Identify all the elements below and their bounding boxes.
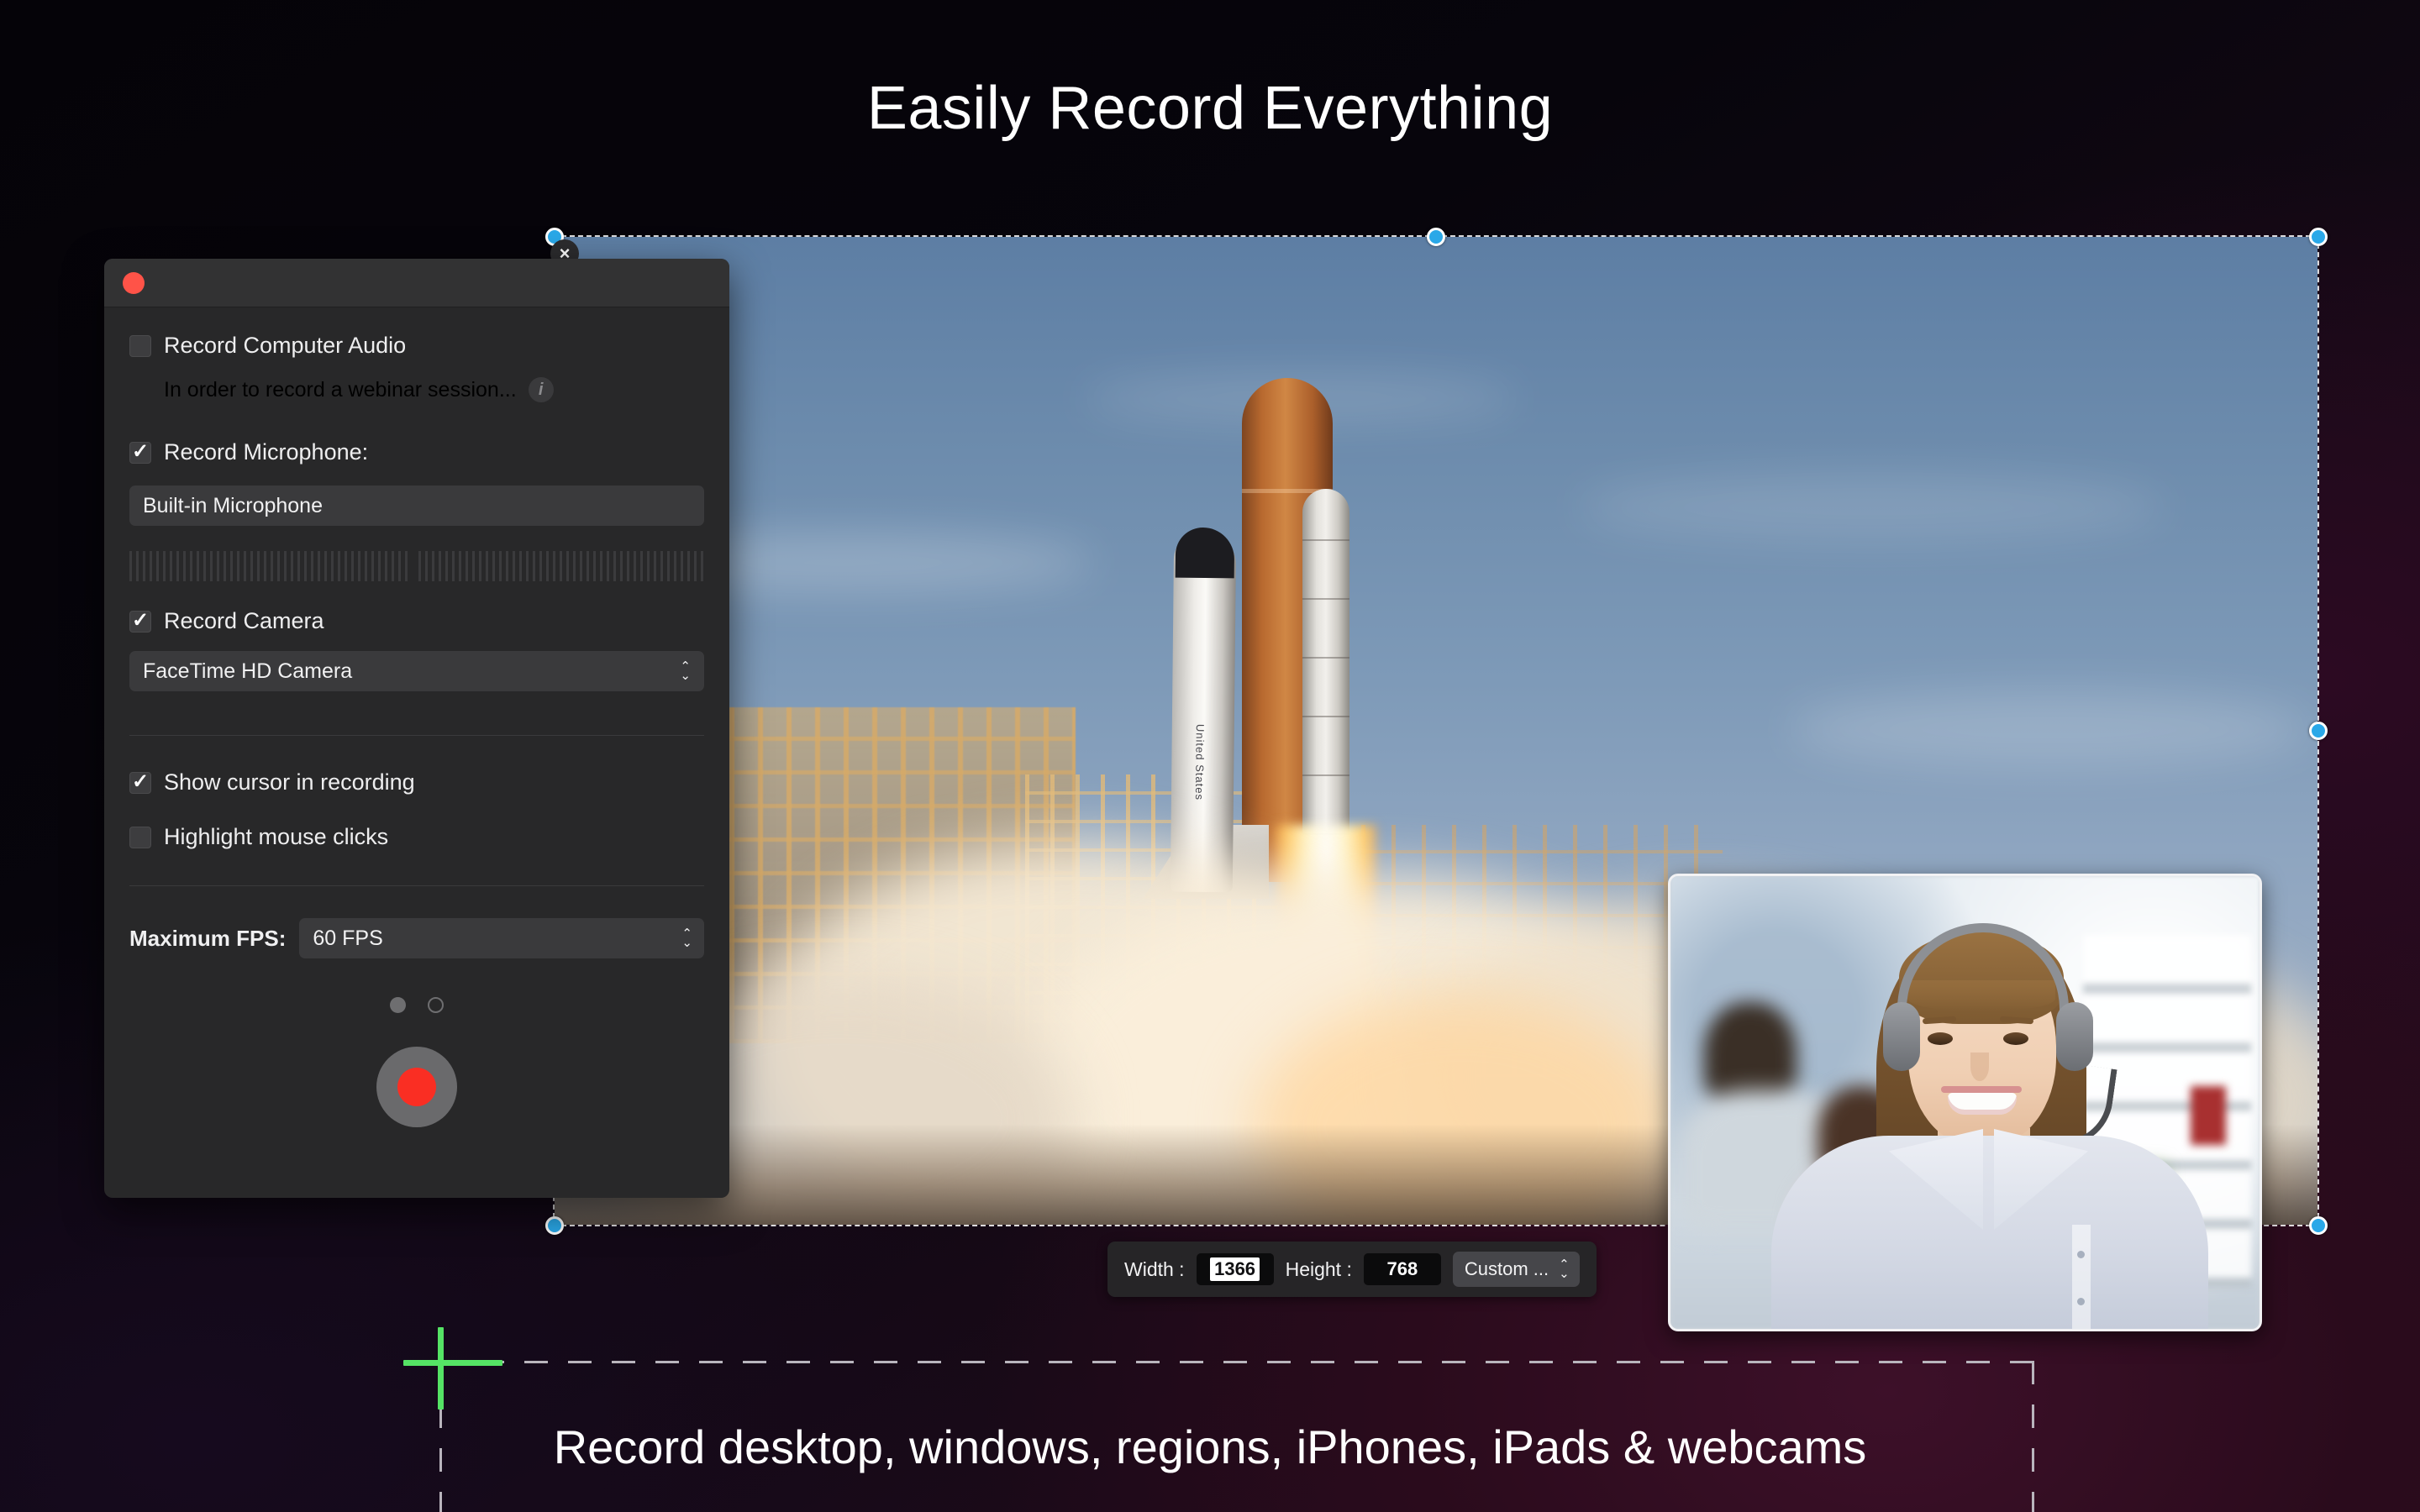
hint-text: In order to record a webinar session...: [164, 377, 517, 402]
checkbox-highlight-clicks[interactable]: [129, 826, 151, 848]
window-close-button[interactable]: [123, 271, 145, 294]
page-dot[interactable]: [428, 997, 444, 1013]
panel-divider: [129, 735, 704, 736]
camera-value: FaceTime HD Camera: [143, 659, 353, 683]
selection-handle-bottom-right[interactable]: [2309, 1216, 2328, 1235]
preset-size-value: Custom ...: [1464, 1258, 1549, 1279]
shirt-placket: [2072, 1225, 2091, 1329]
checkbox-record-camera[interactable]: [129, 610, 151, 633]
selection-guide-horizontal: [437, 1361, 2033, 1363]
page-indicator: [104, 997, 729, 1013]
selection-handle-bottom-left[interactable]: [545, 1216, 564, 1235]
computer-audio-hint: In order to record a webinar session... …: [104, 377, 729, 402]
option-label: Record Camera: [164, 608, 324, 633]
crosshair-cursor-icon: [403, 1360, 502, 1366]
page-title: Easily Record Everything: [866, 75, 1554, 142]
headset-earcup-icon: [2056, 1002, 2093, 1071]
page-dot-active[interactable]: [390, 997, 406, 1013]
chevron-updown-icon: ⌃ ⌄: [680, 659, 691, 683]
selection-handle-middle-right[interactable]: [2309, 722, 2328, 740]
width-input[interactable]: 1366: [1196, 1253, 1274, 1285]
width-label: Width :: [1124, 1257, 1185, 1280]
agent-shirt: [1771, 1136, 2208, 1329]
headset-earcup-icon: [1883, 1002, 1920, 1071]
region-size-toolbar[interactable]: Width : 1366 Height : 768 Custom ... ⌃ ⌄: [1107, 1242, 1597, 1297]
option-highlight-clicks[interactable]: Highlight mouse clicks: [104, 824, 729, 850]
info-icon[interactable]: i: [528, 377, 554, 402]
selection-handle-top-right[interactable]: [2309, 228, 2328, 246]
chevron-updown-icon: ⌃ ⌄: [681, 927, 692, 950]
height-input[interactable]: 768: [1363, 1253, 1441, 1285]
camera-select[interactable]: FaceTime HD Camera ⌃ ⌄: [129, 651, 704, 691]
orbiter-marking: United States: [1192, 723, 1207, 801]
recorder-settings-panel[interactable]: Record Computer Audio In order to record…: [104, 259, 729, 1198]
panel-titlebar: [104, 259, 729, 307]
background-shelf-item: [2191, 1086, 2226, 1145]
cloud-wisp: [1576, 474, 2165, 542]
agent-eye: [2003, 1032, 2028, 1045]
agent-smile: [1948, 1093, 2017, 1115]
record-button-wrapper: [104, 1047, 729, 1127]
option-record-computer-audio[interactable]: Record Computer Audio: [104, 333, 729, 359]
record-dot-icon: [397, 1068, 436, 1106]
microphone-select[interactable]: Built-in Microphone: [129, 486, 704, 526]
agent-nose: [1970, 1053, 1989, 1081]
microphone-level-meter: [129, 551, 704, 581]
height-label: Height :: [1285, 1257, 1352, 1280]
selection-handle-top-center[interactable]: [1427, 228, 1445, 246]
option-record-camera[interactable]: Record Camera: [104, 608, 729, 634]
panel-body: Record Computer Audio In order to record…: [104, 307, 729, 1127]
option-label: Record Microphone:: [164, 439, 369, 465]
option-label: Show cursor in recording: [164, 769, 415, 795]
chevron-updown-icon: ⌃ ⌄: [1559, 1257, 1570, 1281]
fps-value: 60 FPS: [313, 926, 383, 950]
microphone-value: Built-in Microphone: [143, 493, 323, 517]
fps-select[interactable]: 60 FPS ⌃ ⌄: [299, 918, 704, 958]
preset-size-dropdown[interactable]: Custom ... ⌃ ⌄: [1452, 1252, 1580, 1287]
checkbox-record-microphone[interactable]: [129, 441, 151, 464]
webcam-overlay[interactable]: [1668, 874, 2262, 1331]
checkbox-show-cursor[interactable]: [129, 771, 151, 794]
option-label: Highlight mouse clicks: [164, 824, 389, 849]
fps-label: Maximum FPS:: [129, 925, 287, 951]
checkbox-record-computer-audio[interactable]: [129, 334, 151, 357]
height-value: 768: [1386, 1258, 1418, 1279]
option-show-cursor[interactable]: Show cursor in recording: [104, 769, 729, 795]
shirt-button: [2077, 1298, 2085, 1305]
option-record-microphone[interactable]: Record Microphone:: [104, 439, 729, 465]
feature-caption: Record desktop, windows, regions, iPhone…: [553, 1420, 1867, 1473]
panel-divider: [129, 885, 704, 886]
shirt-button: [2077, 1251, 2085, 1258]
agent-eye: [1928, 1032, 1953, 1045]
width-value: 1366: [1210, 1257, 1260, 1281]
fps-row: Maximum FPS: 60 FPS ⌃ ⌄: [104, 918, 729, 958]
cloud-wisp: [1788, 690, 2310, 767]
crosshair-cursor-icon: [438, 1327, 444, 1410]
option-label: Record Computer Audio: [164, 333, 407, 358]
agent-lip: [1941, 1086, 2022, 1093]
start-recording-button[interactable]: [376, 1047, 457, 1127]
space-shuttle-orbiter: United States: [1170, 527, 1237, 893]
